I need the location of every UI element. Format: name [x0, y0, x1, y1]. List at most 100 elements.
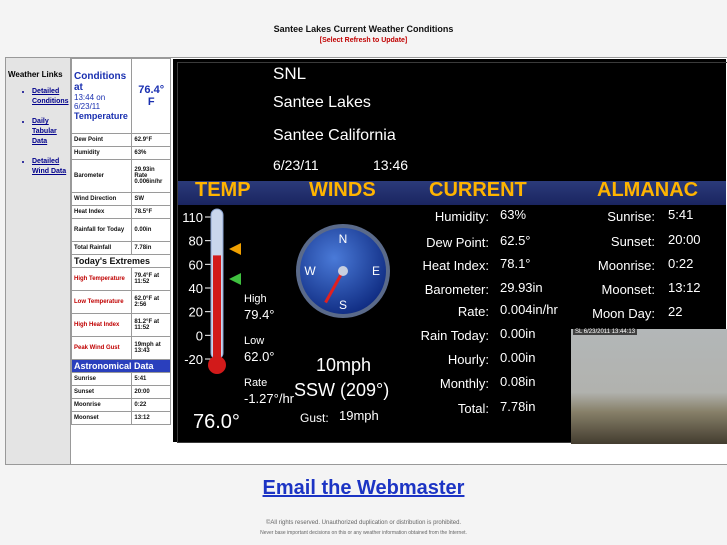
almanac-label: Moon Day: [592, 306, 655, 321]
conditions-header-row: Conditions at 13:44 on 6/23/11 Temperatu… [70, 58, 171, 134]
copyright-notice: ©All rights reserved. Unauthorized dupli… [265, 520, 462, 526]
row-label: High Temperature [70, 267, 133, 291]
current-value: 0.00in [500, 350, 536, 365]
refresh-link[interactable]: [Select Refresh to Update] [320, 37, 408, 44]
row-value: 7.78in [131, 241, 171, 255]
webcam-image: SL 6/23/2011 13:44:13 [571, 329, 727, 444]
row-value: SW [131, 192, 171, 206]
row-value: 78.5°F [131, 205, 171, 219]
weather-links-list: Detailed Conditions Daily Tabular Data D… [6, 87, 70, 177]
current-value: 0.00in [500, 326, 536, 341]
row-label: Total Rainfall [70, 241, 133, 255]
band-current: CURRENT [429, 179, 527, 201]
table-row: Rainfall for Today 0.00in [70, 218, 171, 242]
row-label: Low Temperature [70, 290, 133, 314]
row-value: 20:00 [131, 385, 171, 399]
wind-direction: SSW (209°) [294, 380, 390, 400]
current-label: Total: [457, 401, 489, 416]
email-webmaster-link[interactable]: Email the Webmaster [0, 477, 727, 500]
almanac-label: Sunrise: [607, 209, 655, 224]
wind-speed: 10mph [316, 355, 372, 375]
main-container: Weather Links Detailed Conditions Daily … [5, 57, 727, 465]
table-row: Heat Index 78.5°F [70, 205, 171, 219]
thermometer-scale: 110 80 60 40 20 0 -20 [182, 210, 211, 367]
thermometer-tick-label: 20 [189, 305, 203, 320]
thermometer-tick-label: 110 [182, 210, 203, 225]
table-row: Total Rainfall 7.78in [70, 241, 171, 255]
almanac-value: 13:12 [668, 280, 701, 295]
current-label: Dew Point: [426, 235, 489, 250]
current-temp: 76.4° F [138, 84, 165, 108]
gust-label: Gust: [300, 411, 329, 425]
astro-title: Astronomical Data [71, 359, 171, 373]
almanac-value: 5:41 [668, 207, 694, 222]
current-label: Heat Index: [422, 258, 490, 273]
row-value: 29.93in Rate 0.006in/hr [131, 159, 171, 193]
thermometer-tick-label: -20 [184, 352, 203, 367]
row-label: Rainfall for Today [70, 218, 133, 242]
conditions-table: Conditions at 13:44 on 6/23/11 Temperatu… [70, 58, 171, 425]
row-value: 63% [131, 146, 171, 160]
refresh-notice: [Select Refresh to Update] [0, 37, 727, 44]
station-id: SNL [273, 64, 307, 83]
high-value: 79.4° [244, 307, 275, 322]
row-label: Wind Direction [70, 192, 133, 206]
table-row: Barometer 29.93in Rate 0.006in/hr [70, 159, 171, 193]
current-value: 62.5° [500, 233, 531, 248]
table-row: Low Temperature 62.0°F at 2:56 [70, 290, 171, 314]
band-almanac: ALMANAC [597, 179, 699, 201]
thermometer-mercury [213, 255, 221, 359]
row-value: 0.00in [131, 218, 171, 242]
panel-date: 6/23/11 [273, 157, 319, 173]
webcam-timestamp: SL 6/23/2011 13:44:13 [573, 329, 638, 335]
table-row: High Temperature 79.4°F at 11:52 [70, 267, 171, 291]
row-label: Peak Wind Gust [70, 336, 133, 360]
row-value: 0:22 [131, 398, 171, 412]
thermometer-tick-label: 80 [189, 234, 203, 249]
row-value: 19mph at 13:43 [131, 336, 171, 360]
table-row: Moonrise 0:22 [70, 398, 171, 412]
row-value: 62.9°F [131, 133, 171, 147]
row-value: 13:12 [131, 411, 171, 425]
extremes-title: Today's Extremes [71, 254, 171, 268]
low-label: Low [244, 335, 265, 347]
current-label: Monthly: [439, 376, 489, 391]
current-value: 0.08in [500, 374, 536, 389]
almanac-label: Moonrise: [597, 258, 655, 273]
compass-w: W [304, 264, 316, 278]
compass-hub [338, 266, 348, 276]
thermometer: 110 80 60 40 20 0 -20 [182, 208, 241, 374]
table-row: High Heat Index 81.2°F at 11:52 [70, 313, 171, 337]
high-label: High [244, 293, 267, 305]
row-value: 5:41 [131, 372, 171, 386]
table-row: Sunrise 5:41 [70, 372, 171, 386]
conditions-time: 13:44 on 6/23/11 [74, 93, 106, 111]
current-value: 63% [500, 207, 527, 222]
almanac-value: 0:22 [668, 256, 694, 271]
thermometer-tick-label: 60 [189, 257, 203, 272]
page-title: Santee Lakes Current Weather Conditions [273, 24, 454, 34]
sidebar-link-label[interactable]: Daily Tabular Data [32, 118, 57, 145]
sidebar-item-detailed-wind-data[interactable]: Detailed Wind Data [32, 157, 70, 177]
low-value: 62.0° [244, 349, 275, 364]
row-label: Heat Index [70, 205, 133, 219]
table-row: Peak Wind Gust 19mph at 13:43 [70, 336, 171, 360]
almanac-value: 22 [668, 304, 683, 319]
row-label: Sunrise [70, 372, 133, 386]
compass-e: E [372, 264, 380, 278]
current-value: 7.78in [500, 399, 536, 414]
sidebar-item-daily-tabular-data[interactable]: Daily Tabular Data [32, 117, 70, 147]
rate-label: Rate [244, 377, 268, 389]
current-temp-display: 76.0° [193, 411, 240, 433]
rate-value: -1.27°/hr [244, 391, 295, 406]
current-value: 78.1° [500, 256, 531, 271]
band-temp: TEMP [195, 179, 251, 201]
sidebar-item-detailed-conditions[interactable]: Detailed Conditions [32, 87, 70, 107]
almanac-label: Sunset: [610, 234, 655, 249]
weather-links-heading: Weather Links [8, 70, 63, 79]
current-temp-cell: 76.4° F [131, 58, 171, 134]
table-row: Wind Direction SW [70, 192, 171, 206]
sidebar-link-label[interactable]: Detailed Wind Data [32, 158, 66, 175]
weather-links-sidebar: Weather Links Detailed Conditions Daily … [6, 58, 71, 464]
sidebar-link-label[interactable]: Detailed Conditions [32, 88, 69, 105]
